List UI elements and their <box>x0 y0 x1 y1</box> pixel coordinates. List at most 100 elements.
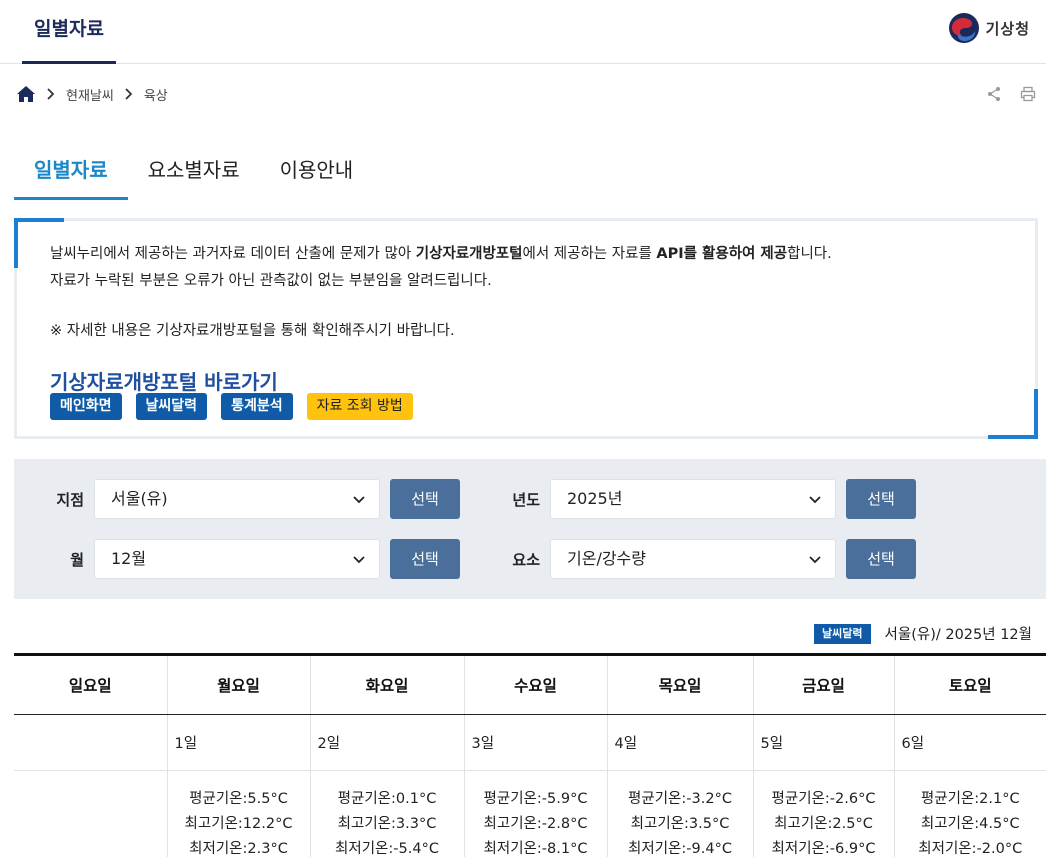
max-temp: 최고기온:-2.8°C <box>483 816 588 832</box>
chevron-right-icon <box>125 88 133 100</box>
weekday-header: 월요일 <box>166 654 310 715</box>
year-label: 년도 <box>512 490 540 509</box>
day-cell: 6일 <box>893 714 1046 771</box>
min-temp: 최저기온:-2.0°C <box>918 841 1023 857</box>
breadcrumb-item-land[interactable]: 육상 <box>144 85 168 104</box>
day-cell: 1일 <box>166 714 310 771</box>
min-temp: 최저기온:-6.9°C <box>771 841 876 857</box>
tab-daily-data[interactable]: 일별자료 <box>14 140 128 200</box>
month-select[interactable]: 12월 <box>94 539 380 579</box>
max-temp: 최고기온:3.5°C <box>630 816 730 832</box>
portal-link-title: 기상자료개방포털 바로가기 <box>50 370 278 394</box>
min-temp: 최저기온:-8.1°C <box>483 841 588 857</box>
statistics-link[interactable]: 통계분석 <box>221 393 293 420</box>
min-temp: 최저기온:2.3°C <box>189 841 288 857</box>
element-select-button[interactable]: 선택 <box>846 539 916 579</box>
main-page-link[interactable]: 메인화면 <box>50 393 122 420</box>
weekday-header: 화요일 <box>309 654 464 715</box>
weather-cell: 평균기온:0.1°C 최고기온:3.3°C 최저기온:-5.4°C <box>309 770 464 857</box>
chevron-down-icon <box>809 496 821 504</box>
filter-panel: 지점 서울(유) 선택 년도 2025년 선택 월 12월 선택 요소 기온/강… <box>14 459 1046 599</box>
day-cell: 3일 <box>463 714 607 771</box>
weekday-header: 토요일 <box>893 654 1046 715</box>
weather-calendar-badge: 날씨달력 <box>814 623 871 644</box>
weather-calendar-table: 일요일 월요일 화요일 수요일 목요일 금요일 토요일 1일 2일 3일 4일 … <box>14 653 1046 857</box>
tab-usage-guide[interactable]: 이용안내 <box>260 140 374 200</box>
filter-row-month: 월 12월 선택 <box>14 539 460 579</box>
chevron-down-icon <box>353 496 365 504</box>
weather-cell: 평균기온:2.1°C 최고기온:4.5°C 최저기온:-2.0°C <box>893 770 1046 857</box>
calendar-caption-text: 서울(유)/ 2025년 12월 <box>884 627 1032 643</box>
weekday-header: 목요일 <box>606 654 753 715</box>
top-bar: 일별자료 기상청 <box>0 0 1046 64</box>
avg-temp: 평균기온:5.5°C <box>189 791 288 807</box>
min-temp: 최저기온:-9.4°C <box>628 841 732 857</box>
element-label: 요소 <box>512 550 540 569</box>
avg-temp: 평균기온:-3.2°C <box>628 791 732 807</box>
home-icon[interactable] <box>16 84 36 104</box>
page-title[interactable]: 일별자료 <box>22 0 116 64</box>
chevron-down-icon <box>353 556 365 564</box>
kma-logo[interactable]: 기상청 <box>948 12 1030 44</box>
notice-line-2: 자료가 누락된 부분은 오류가 아닌 관측값이 없는 부분임을 알려드립니다. <box>50 273 492 289</box>
weather-cell: 평균기온:-2.6°C 최고기온:2.5°C 최저기온:-6.9°C <box>752 770 894 857</box>
weekday-header: 금요일 <box>752 654 894 715</box>
day-cell <box>14 714 167 771</box>
weekday-header: 수요일 <box>463 654 607 715</box>
tab-element-data[interactable]: 요소별자료 <box>128 140 260 200</box>
org-name: 기상청 <box>985 19 1030 38</box>
day-number-row: 1일 2일 3일 4일 5일 6일 <box>14 714 1046 771</box>
avg-temp: 평균기온:0.1°C <box>337 791 437 807</box>
chevron-right-icon <box>47 88 55 100</box>
month-label: 월 <box>70 550 84 569</box>
weather-cell: 평균기온:-5.9°C 최고기온:-2.8°C 최저기온:-8.1°C <box>463 770 607 857</box>
year-select[interactable]: 2025년 <box>550 479 836 519</box>
notice-box: 날씨누리에서 제공하는 과거자료 데이터 산출에 문제가 많아 기상자료개방포털… <box>14 218 1038 439</box>
weather-data-row: 평균기온:5.5°C 최고기온:12.2°C 최저기온:2.3°C 평균기온:0… <box>14 770 1046 857</box>
max-temp: 최고기온:3.3°C <box>337 816 437 832</box>
weather-cell: 평균기온:5.5°C 최고기온:12.2°C 최저기온:2.3°C <box>166 770 310 857</box>
avg-temp: 평균기온:-5.9°C <box>483 791 588 807</box>
avg-temp: 평균기온:2.1°C <box>920 791 1020 807</box>
calendar-caption: 날씨달력 서울(유)/ 2025년 12월 <box>814 623 1032 644</box>
day-cell: 2일 <box>309 714 464 771</box>
month-select-button[interactable]: 선택 <box>390 539 460 579</box>
avg-temp: 평균기온:-2.6°C <box>771 791 876 807</box>
day-cell: 5일 <box>752 714 894 771</box>
day-cell: 4일 <box>606 714 753 771</box>
weather-cell: 평균기온:-3.2°C 최고기온:3.5°C 최저기온:-9.4°C <box>606 770 753 857</box>
corner-accent <box>988 389 1038 439</box>
weather-calendar-link[interactable]: 날씨달력 <box>135 393 208 420</box>
weekday-header: 일요일 <box>14 654 167 715</box>
station-select-button[interactable]: 선택 <box>390 479 460 519</box>
portal-links: 메인화면 날씨달력 통계분석 자료 조회 방법 <box>50 393 413 420</box>
weekday-header-row: 일요일 월요일 화요일 수요일 목요일 금요일 토요일 <box>14 654 1046 715</box>
print-icon[interactable] <box>1020 86 1036 102</box>
filter-row-element: 요소 기온/강수량 선택 <box>470 539 916 579</box>
max-temp: 최고기온:2.5°C <box>774 816 873 832</box>
breadcrumb: 현재날씨 육상 <box>16 84 168 104</box>
station-value: 서울(유) <box>111 489 168 508</box>
station-select[interactable]: 서울(유) <box>94 479 380 519</box>
query-guide-link[interactable]: 자료 조회 방법 <box>306 393 413 420</box>
weather-cell <box>14 771 167 857</box>
month-value: 12월 <box>111 549 147 568</box>
element-select[interactable]: 기온/강수량 <box>550 539 836 579</box>
content-tabs: 일별자료 요소별자료 이용안내 <box>14 140 373 200</box>
max-temp: 최고기온:12.2°C <box>184 816 293 832</box>
filter-row-station: 지점 서울(유) 선택 <box>14 479 460 519</box>
chevron-down-icon <box>809 556 821 564</box>
min-temp: 최저기온:-5.4°C <box>335 841 439 857</box>
max-temp: 최고기온:4.5°C <box>920 816 1020 832</box>
taegeuk-logo-icon <box>948 13 979 43</box>
element-value: 기온/강수량 <box>567 549 646 568</box>
station-label: 지점 <box>56 490 84 509</box>
year-value: 2025년 <box>567 489 623 508</box>
notice-line-3: ※ 자세한 내용은 기상자료개방포털을 통해 확인해주시기 바랍니다. <box>50 323 455 339</box>
share-icon[interactable] <box>986 86 1002 102</box>
page-tools <box>986 86 1036 102</box>
filter-row-year: 년도 2025년 선택 <box>470 479 916 519</box>
year-select-button[interactable]: 선택 <box>846 479 916 519</box>
notice-line-1: 날씨누리에서 제공하는 과거자료 데이터 산출에 문제가 많아 기상자료개방포털… <box>50 246 832 262</box>
breadcrumb-item-current-weather[interactable]: 현재날씨 <box>66 85 114 104</box>
